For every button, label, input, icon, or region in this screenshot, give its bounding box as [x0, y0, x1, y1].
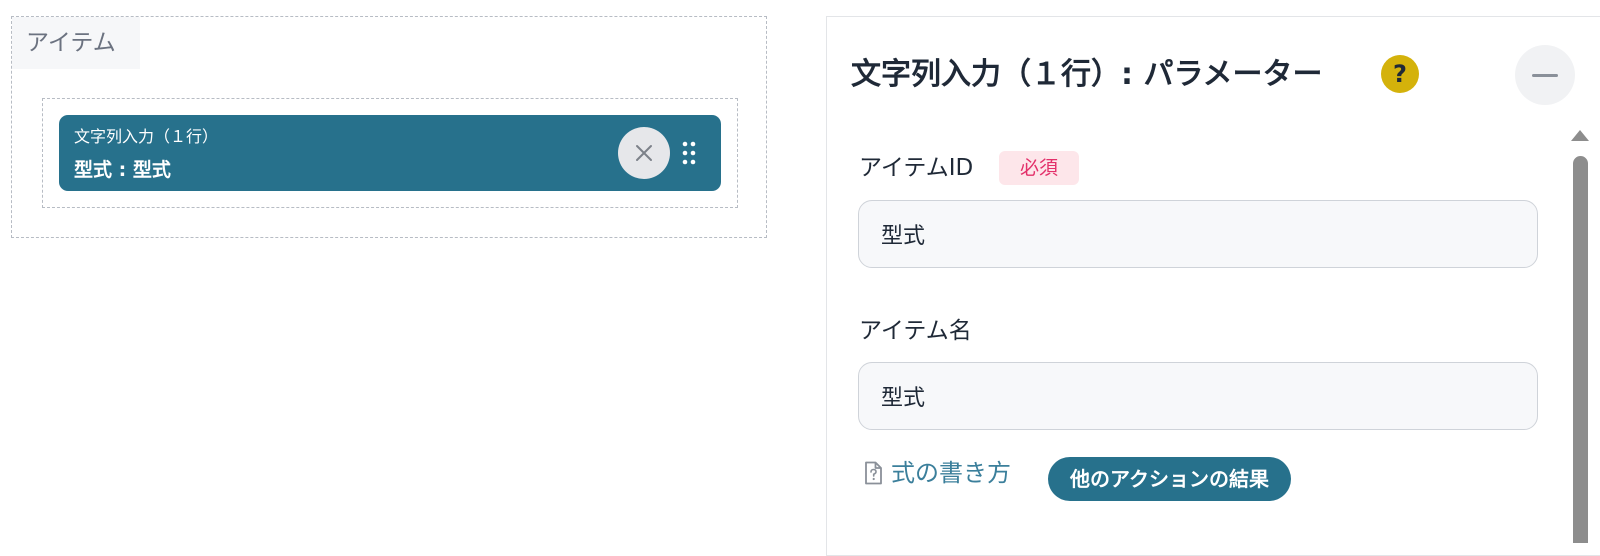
- item-canvas: アイテム 文字列入力（１行） 型式 : 型式: [11, 16, 767, 238]
- panel-title: 文字列入力（１行）: パラメーター: [851, 57, 1323, 92]
- item-title: 型式 : 型式: [74, 159, 171, 181]
- item-drop-zone: 文字列入力（１行） 型式 : 型式: [42, 98, 738, 208]
- remove-item-button[interactable]: [618, 127, 670, 179]
- collapse-panel-button[interactable]: [1515, 45, 1575, 105]
- item-id-input[interactable]: [858, 200, 1538, 268]
- item-name-label: アイテム名: [859, 318, 972, 344]
- scroll-up-arrow[interactable]: [1571, 130, 1589, 141]
- item-name-input[interactable]: [858, 362, 1538, 430]
- item-id-label: アイテムID: [859, 155, 974, 181]
- drag-handle-icon[interactable]: [682, 141, 696, 165]
- minus-icon: [1532, 73, 1558, 77]
- formula-help-link[interactable]: 式の書き方: [863, 457, 1011, 489]
- scrollbar-thumb[interactable]: [1573, 156, 1588, 543]
- other-action-results-button[interactable]: 他のアクションの結果: [1048, 457, 1291, 501]
- close-icon: [636, 145, 652, 161]
- document-question-icon: [865, 461, 882, 485]
- required-badge: 必須: [999, 151, 1079, 185]
- item-type-label: 文字列入力（１行）: [74, 127, 219, 146]
- formula-link-label: 式の書き方: [891, 459, 1011, 487]
- parameter-panel: 文字列入力（１行）: パラメーター ? アイテムID 必須 アイテム名 式の書き…: [826, 16, 1600, 556]
- question-circle-icon[interactable]: ?: [1381, 55, 1419, 93]
- item-card[interactable]: 文字列入力（１行） 型式 : 型式: [59, 115, 721, 191]
- canvas-section-label: アイテム: [12, 17, 140, 69]
